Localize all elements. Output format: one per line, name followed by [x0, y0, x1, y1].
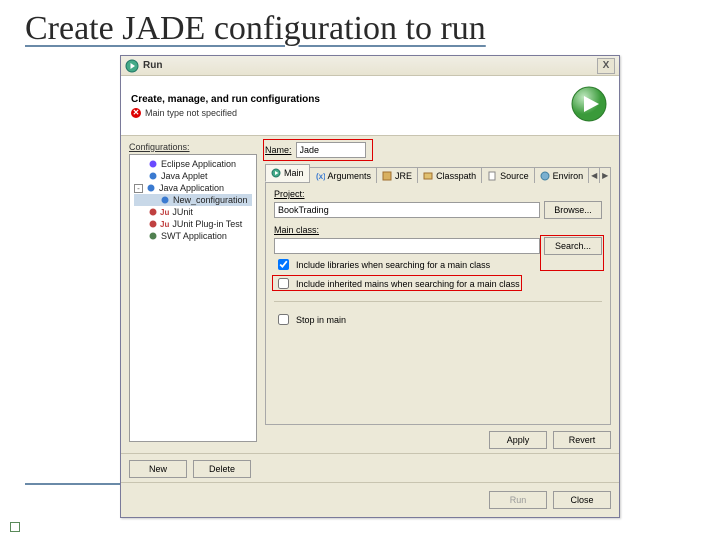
search-button[interactable]: Search... — [544, 237, 602, 255]
tree-item-eclipse-application[interactable]: Eclipse Application — [134, 158, 252, 170]
include-libs-checkbox[interactable] — [278, 259, 289, 270]
slide-corner-decoration — [10, 522, 20, 532]
tab-arguments[interactable]: (x)Arguments — [309, 167, 378, 183]
tree-item-label: SWT Application — [161, 231, 227, 241]
stop-main-label: Stop in main — [296, 315, 346, 325]
delete-button[interactable]: Delete — [193, 460, 251, 478]
banner-error-text: Main type not specified — [145, 108, 237, 118]
tree-item-label: Java Applet — [161, 171, 208, 181]
tree-item-junit[interactable]: JuJUnit — [134, 206, 252, 218]
configurations-label: Configurations: — [129, 142, 257, 152]
run-dialog: Run X Create, manage, and run configurat… — [120, 55, 620, 518]
separator — [274, 301, 602, 302]
close-dialog-button[interactable]: Close — [553, 491, 611, 509]
configurations-tree[interactable]: Eclipse Application Java Applet - Java Appl… — [129, 154, 257, 442]
tab-label: Main — [284, 168, 304, 178]
junit-icon — [148, 219, 158, 229]
tab-label: Classpath — [436, 171, 476, 181]
mainclass-label: Main class: — [274, 225, 602, 235]
jre-icon — [382, 171, 392, 181]
main-icon — [271, 168, 281, 178]
junit-icon — [148, 207, 158, 217]
tree-item-swt-application[interactable]: SWT Application — [134, 230, 252, 242]
tab-environ[interactable]: Environ — [534, 167, 590, 183]
tab-source[interactable]: Source — [481, 167, 535, 183]
banner-title: Create, manage, and run configurations — [131, 94, 569, 105]
project-label: Project: — [274, 189, 602, 199]
tree-item-new-configuration[interactable]: New_configuration — [134, 194, 252, 206]
include-libs-label: Include libraries when searching for a m… — [296, 260, 490, 270]
java-app-icon — [146, 183, 156, 193]
tree-item-junit-plug-in-test[interactable]: JuJUnit Plug-in Test — [134, 218, 252, 230]
revert-button[interactable]: Revert — [553, 431, 611, 449]
tab-label: Environ — [553, 171, 584, 181]
stop-main-checkbox[interactable] — [278, 314, 289, 325]
tab-bar: Main (x)Arguments JRE Classpath Source Enviro… — [265, 164, 611, 183]
env-icon — [540, 171, 550, 181]
tree-item-label: Eclipse Application — [161, 159, 236, 169]
tree-item-label: JUnit — [172, 207, 193, 217]
include-inherited-label: Include inherited mains when searching f… — [296, 279, 520, 289]
slide-title: Create JADE configuration to run — [25, 10, 695, 48]
tab-scroll-right[interactable]: ▶ — [599, 167, 611, 183]
include-inherited-checkbox[interactable] — [278, 278, 289, 289]
run-banner-icon — [569, 84, 609, 127]
classpath-icon — [423, 171, 433, 181]
mainclass-input[interactable] — [274, 238, 540, 254]
apply-button[interactable]: Apply — [489, 431, 547, 449]
tab-label: JRE — [395, 171, 412, 181]
tree-item-java-application[interactable]: - Java Application — [134, 182, 252, 194]
run-icon — [125, 59, 139, 73]
svg-text:(x): (x) — [316, 172, 325, 181]
swt-icon — [148, 231, 158, 241]
tree-expand-icon[interactable]: - — [134, 184, 143, 193]
name-label: Name: — [265, 145, 292, 155]
banner: Create, manage, and run configurations ✕… — [121, 76, 619, 136]
source-icon — [487, 171, 497, 181]
new-button[interactable]: New — [129, 460, 187, 478]
close-button[interactable]: X — [597, 58, 615, 74]
applet-icon — [148, 171, 158, 181]
tab-label: Arguments — [328, 171, 372, 181]
error-icon: ✕ — [131, 108, 141, 118]
tree-item-label: JUnit Plug-in Test — [172, 219, 242, 229]
name-input[interactable] — [296, 142, 366, 158]
run-button[interactable]: Run — [489, 491, 547, 509]
titlebar[interactable]: Run X — [121, 56, 619, 76]
tab-label: Source — [500, 171, 529, 181]
eclipse-icon — [148, 159, 158, 169]
java-app-icon — [160, 195, 170, 205]
titlebar-text: Run — [143, 60, 597, 71]
browse-button[interactable]: Browse... — [544, 201, 602, 219]
tree-item-label: Java Application — [159, 183, 224, 193]
tab-classpath[interactable]: Classpath — [417, 167, 482, 183]
args-icon: (x) — [315, 171, 325, 181]
tree-item-label: New_configuration — [173, 195, 248, 205]
tab-main-pane: Project: Browse... Main class: Search... — [265, 183, 611, 425]
tab-main[interactable]: Main — [265, 164, 310, 182]
tree-item-java-applet[interactable]: Java Applet — [134, 170, 252, 182]
tab-jre[interactable]: JRE — [376, 167, 418, 183]
project-input[interactable] — [274, 202, 540, 218]
